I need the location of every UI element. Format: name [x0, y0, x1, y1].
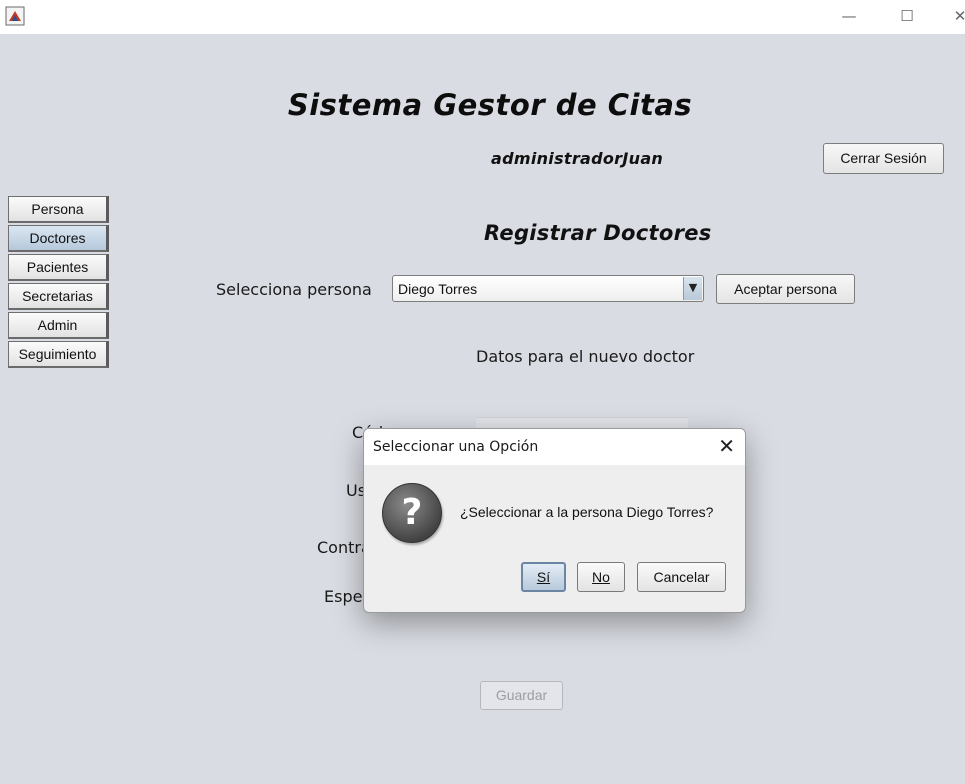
section-title: Registrar Doctores — [484, 221, 712, 245]
person-select-value: Diego Torres — [398, 281, 478, 297]
current-user-label: administradorJuan — [491, 149, 664, 168]
yes-button-label: Sí — [536, 569, 551, 585]
cancel-button[interactable]: Cancelar — [637, 562, 726, 592]
select-person-label: Selecciona persona — [216, 280, 372, 299]
sidebar-item-admin[interactable]: Admin — [8, 312, 109, 339]
logout-button[interactable]: Cerrar Sesión — [823, 143, 944, 174]
maximize-button[interactable]: ☐ — [892, 4, 922, 28]
confirm-dialog: Seleccionar una Opción ✕ ? ¿Seleccionar … — [363, 428, 746, 613]
question-icon: ? — [382, 483, 442, 543]
window-titlebar: — ☐ ✕ — [0, 0, 965, 34]
close-icon[interactable]: ✕ — [718, 435, 735, 457]
yes-button[interactable]: Sí — [521, 562, 566, 592]
chevron-down-icon[interactable]: ▼ — [683, 277, 702, 300]
person-select[interactable]: Diego Torres ▼ — [392, 275, 704, 302]
close-window-button[interactable]: ✕ — [945, 4, 965, 28]
no-button-label: No — [592, 569, 610, 585]
save-button[interactable]: Guardar — [480, 681, 563, 710]
dialog-title: Seleccionar una Opción — [373, 439, 539, 455]
sidebar-item-pacientes[interactable]: Pacientes — [8, 254, 109, 281]
dialog-header: Seleccionar una Opción ✕ — [364, 429, 745, 465]
sidebar-item-seguimiento[interactable]: Seguimiento — [8, 341, 109, 368]
form-subtitle: Datos para el nuevo doctor — [476, 347, 695, 366]
dialog-message: ¿Seleccionar a la persona Diego Torres? — [460, 504, 714, 520]
app-title: Sistema Gestor de Citas — [287, 88, 693, 122]
sidebar-item-secretarias[interactable]: Secretarias — [8, 283, 109, 310]
accept-person-button[interactable]: Aceptar persona — [716, 274, 855, 304]
java-app-icon — [5, 6, 25, 26]
sidebar-item-persona[interactable]: Persona — [8, 196, 109, 223]
sidebar-item-doctores[interactable]: Doctores — [8, 225, 109, 252]
minimize-button[interactable]: — — [834, 4, 864, 28]
no-button[interactable]: No — [577, 562, 625, 592]
